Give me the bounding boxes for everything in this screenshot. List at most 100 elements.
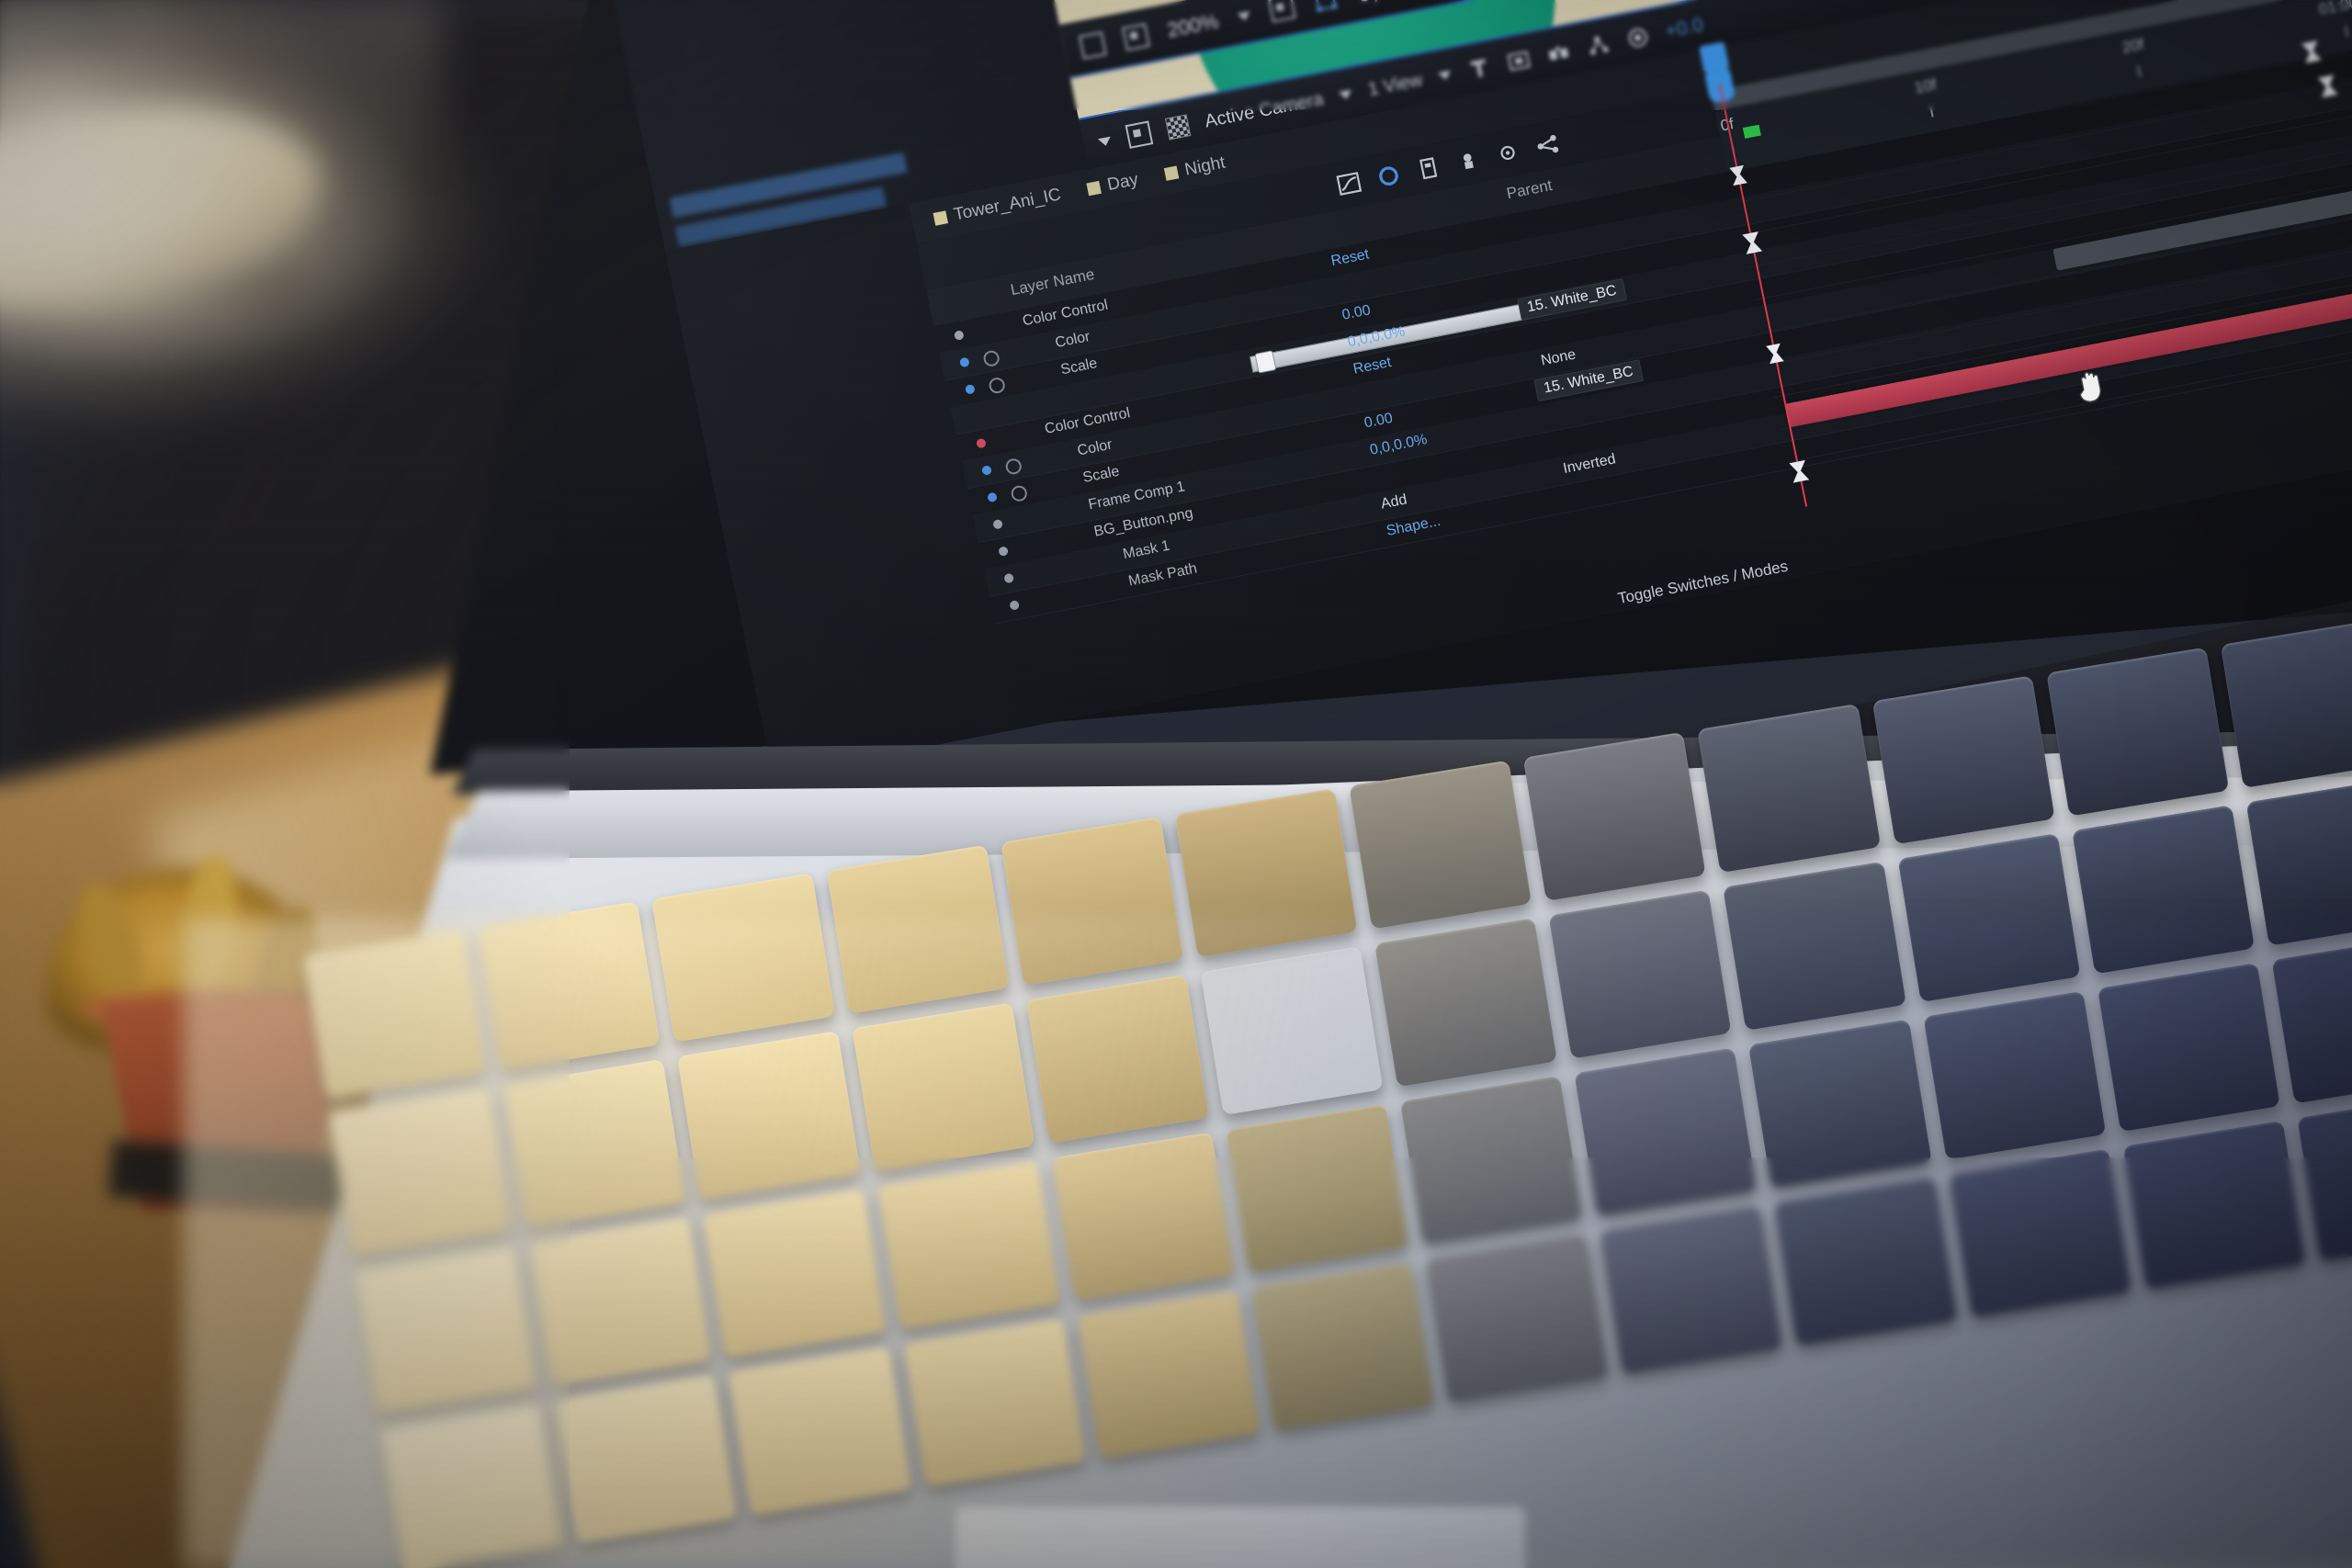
key[interactable]	[2220, 618, 2352, 789]
key[interactable]	[503, 1058, 686, 1229]
tab-label: Day	[1105, 169, 1140, 195]
zoom-level[interactable]: 200%	[1165, 9, 1220, 42]
key[interactable]	[1871, 675, 2055, 845]
key[interactable]	[1748, 1019, 1932, 1189]
key[interactable]	[2122, 1120, 2306, 1291]
brainstorm-icon[interactable]	[1493, 139, 1523, 167]
mask-path-icon[interactable]	[1312, 0, 1340, 13]
key[interactable]	[826, 844, 1010, 1014]
key[interactable]	[1374, 918, 1558, 1088]
timeline-switch-icon[interactable]	[1465, 55, 1493, 81]
row-value[interactable]: 0.00	[1340, 302, 1372, 324]
key[interactable]	[1349, 760, 1532, 930]
key[interactable]	[379, 1403, 563, 1568]
snapshot-thumb-icon[interactable]	[1078, 31, 1107, 60]
transparency-grid-icon[interactable]	[1164, 114, 1192, 141]
chevron-down-icon[interactable]	[1437, 70, 1453, 81]
stopwatch-icon[interactable]	[982, 349, 1001, 368]
row-value[interactable]: 0,0,0.0%	[1368, 432, 1429, 459]
key[interactable]	[651, 873, 835, 1043]
stopwatch-icon[interactable]	[988, 376, 1007, 395]
key[interactable]	[528, 1216, 712, 1386]
3d-view-icon[interactable]	[1584, 32, 1611, 58]
layer-dot	[1003, 572, 1015, 584]
grid-guides-icon[interactable]	[1268, 0, 1297, 23]
key[interactable]	[2071, 805, 2255, 975]
draft-3d-icon[interactable]	[1544, 40, 1572, 66]
key[interactable]	[1077, 1290, 1261, 1460]
region-of-interest-icon[interactable]	[1125, 120, 1154, 149]
shy-layers-icon[interactable]	[1413, 154, 1443, 183]
key[interactable]	[1548, 889, 1732, 1059]
key[interactable]	[851, 1002, 1035, 1172]
view-layout-label[interactable]: 1 View	[1366, 69, 1424, 100]
key[interactable]	[728, 1346, 912, 1516]
key[interactable]	[554, 1374, 738, 1544]
row-value[interactable]: 0.00	[1363, 411, 1394, 433]
graph-editor-icon[interactable]	[1334, 170, 1364, 198]
key[interactable]	[1200, 946, 1383, 1115]
key[interactable]	[1897, 833, 2081, 1003]
key[interactable]	[876, 1160, 1060, 1330]
motion-blur-icon[interactable]	[1374, 162, 1404, 190]
parent-link-icon[interactable]	[1532, 131, 1563, 160]
key[interactable]	[1025, 974, 1209, 1144]
scale-slider-knob[interactable]	[1254, 350, 1277, 374]
row-value[interactable]: Reset	[1329, 246, 1371, 270]
key[interactable]	[677, 1031, 861, 1201]
chevron-down-icon[interactable]	[1097, 136, 1113, 147]
key[interactable]	[2245, 776, 2352, 946]
key[interactable]	[1697, 704, 1881, 874]
key[interactable]	[1250, 1261, 1435, 1431]
ruler-tick	[2137, 65, 2142, 77]
mask-shape[interactable]: Shape...	[1385, 513, 1442, 540]
key[interactable]	[303, 929, 487, 1099]
key[interactable]	[1774, 1177, 1958, 1347]
key[interactable]	[902, 1317, 1086, 1488]
tab-night[interactable]: Night	[1163, 153, 1227, 185]
key[interactable]	[1600, 1205, 1783, 1375]
key[interactable]	[703, 1188, 887, 1359]
frame-blend-icon[interactable]	[1453, 146, 1484, 175]
mask-mode[interactable]: Add	[1380, 491, 1409, 513]
row-label: Color	[1053, 329, 1091, 352]
chevron-down-icon[interactable]	[1339, 89, 1353, 100]
parent-value[interactable]: None	[1540, 347, 1577, 370]
key[interactable]	[1522, 731, 1707, 901]
key[interactable]	[354, 1245, 537, 1415]
key[interactable]	[1425, 1233, 1609, 1403]
key[interactable]	[2045, 647, 2230, 817]
key[interactable]	[1399, 1076, 1583, 1246]
layer-dot	[992, 518, 1003, 530]
exposure-value[interactable]: +0.0	[1664, 15, 1706, 43]
stopwatch-icon[interactable]	[1010, 484, 1029, 503]
key[interactable]	[2271, 934, 2352, 1104]
key[interactable]	[2297, 1092, 2352, 1262]
key[interactable]	[1051, 1132, 1235, 1302]
key[interactable]	[1174, 788, 1358, 958]
key[interactable]	[2097, 963, 2280, 1133]
trackpad[interactable]	[956, 1506, 1525, 1568]
mask-inverted[interactable]: Inverted	[1562, 451, 1617, 478]
row-value[interactable]: Reset	[1351, 355, 1393, 378]
key[interactable]	[1226, 1103, 1409, 1273]
tab-day[interactable]: Day	[1086, 170, 1140, 199]
key[interactable]	[1574, 1047, 1758, 1217]
tab-label: Night	[1182, 152, 1227, 180]
key[interactable]	[328, 1087, 512, 1257]
key[interactable]	[477, 901, 661, 1071]
exposure-icon[interactable]	[1623, 25, 1651, 51]
layer-dot	[964, 383, 976, 395]
key[interactable]	[1000, 816, 1183, 987]
stopwatch-icon[interactable]	[1004, 457, 1023, 476]
row-label: Scale	[1081, 463, 1121, 486]
key[interactable]	[1948, 1148, 2132, 1318]
row-label: Mask 1	[1121, 537, 1171, 563]
row-label: Color	[1076, 436, 1114, 459]
chevron-down-icon[interactable]	[1237, 10, 1252, 22]
layer-dot	[976, 437, 987, 449]
key[interactable]	[1723, 861, 1906, 1031]
render-icon[interactable]	[1505, 48, 1532, 73]
region-of-interest-icon[interactable]	[1122, 23, 1150, 51]
key[interactable]	[1922, 990, 2107, 1160]
